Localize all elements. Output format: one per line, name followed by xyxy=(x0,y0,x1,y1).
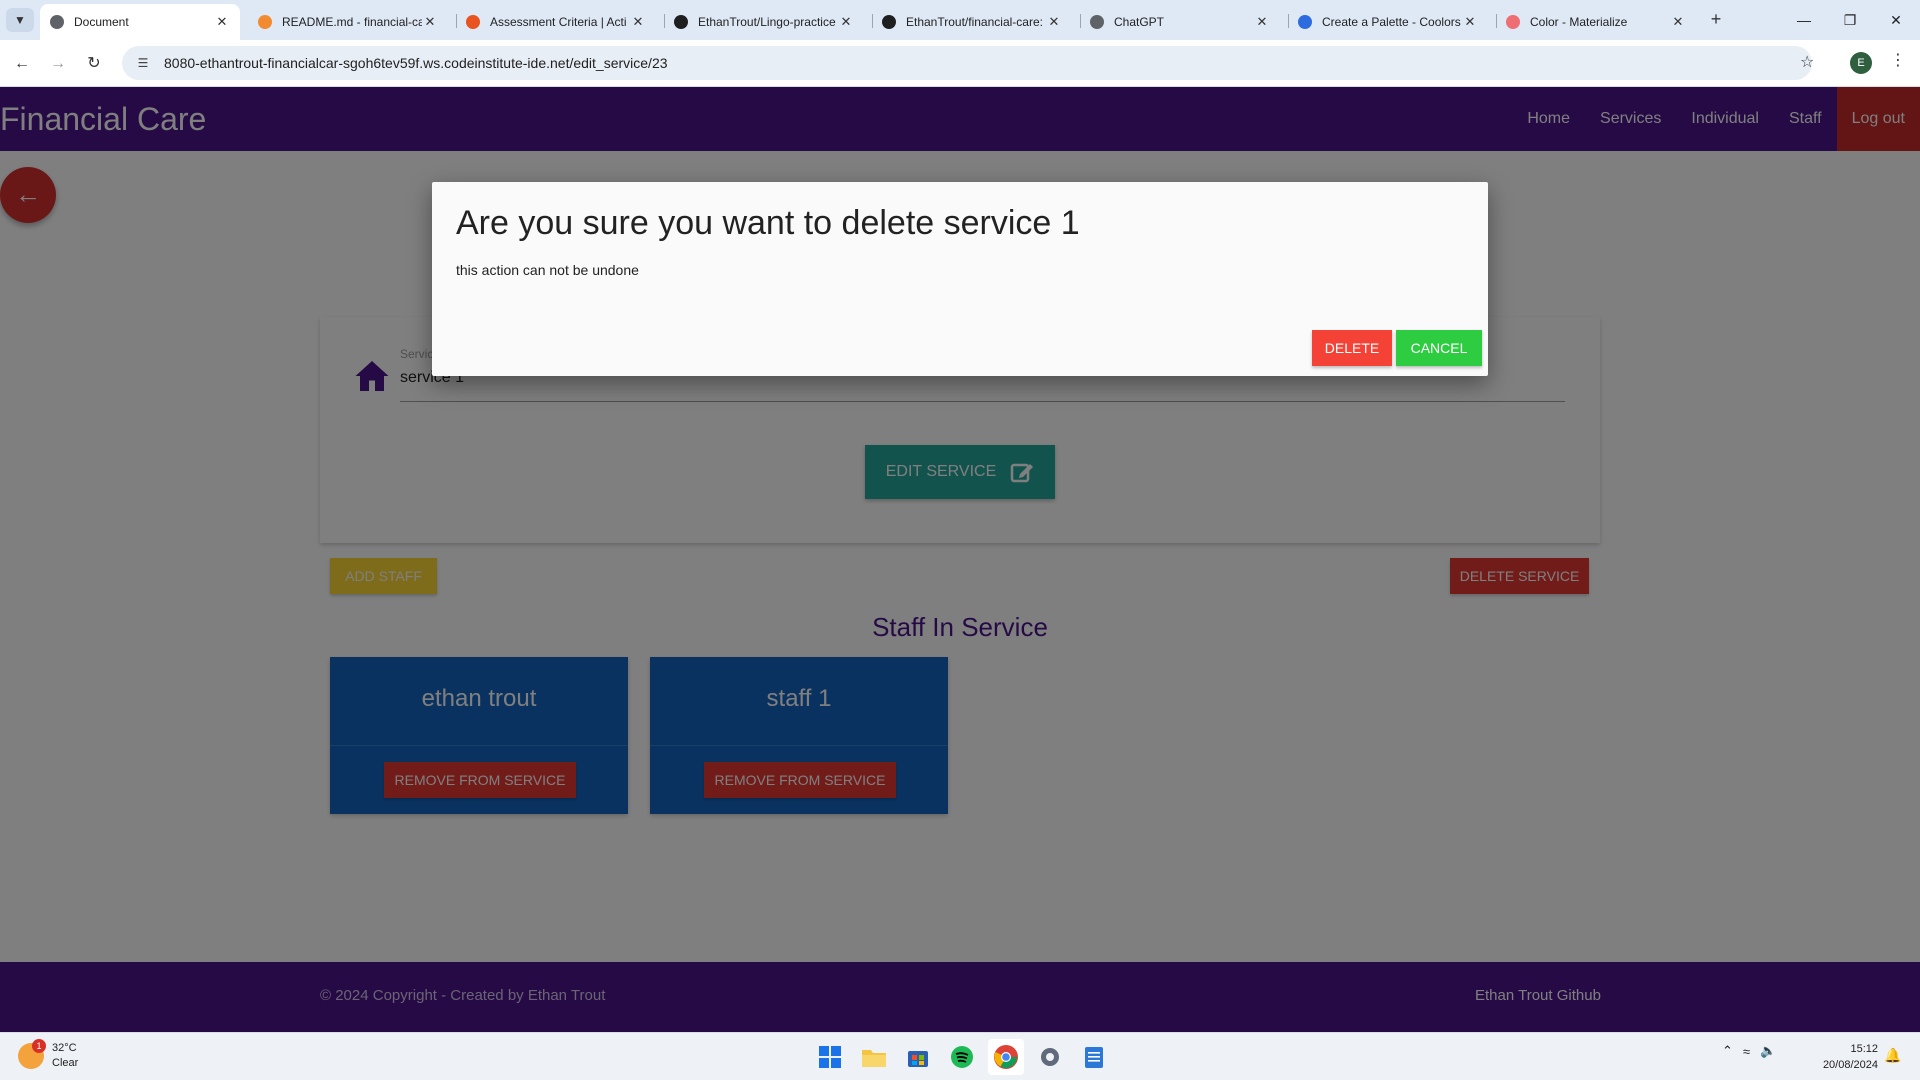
close-icon[interactable]: ✕ xyxy=(1670,14,1686,30)
browser-toolbar: ← → ↻ ☰ 8080-ethantrout-financialcar-sgo… xyxy=(0,40,1920,87)
volume-muted-icon[interactable]: 🔈 xyxy=(1760,1043,1776,1059)
store-icon[interactable] xyxy=(900,1039,936,1075)
restore-button[interactable]: ❐ xyxy=(1830,8,1870,32)
window-close-button[interactable]: ✕ xyxy=(1876,8,1916,32)
tab-search-button[interactable]: ▼ xyxy=(6,8,34,32)
weather-condition: Clear xyxy=(52,1057,79,1069)
notification-bell-icon[interactable]: 🔔 xyxy=(1884,1047,1901,1064)
github-icon xyxy=(674,15,688,29)
profile-avatar[interactable]: E xyxy=(1850,52,1872,74)
system-tray: ⌃ ≈ 🔈 xyxy=(1722,1043,1776,1059)
bookmark-star-icon[interactable]: ☆ xyxy=(1800,52,1814,72)
show-hidden-icons-icon[interactable]: ⌃ xyxy=(1722,1043,1733,1059)
reload-icon[interactable]: ↻ xyxy=(82,52,106,76)
windows-taskbar: 1 32°C Clear ⌃ ≈ 🔈 15:12 20/08/2024 🔔 xyxy=(0,1032,1920,1080)
browser-tab-strip: ▼ Document ✕ README.md - financial-ca ✕ … xyxy=(0,0,1920,40)
file-explorer-icon[interactable] xyxy=(856,1039,892,1075)
close-icon[interactable]: ✕ xyxy=(838,14,854,30)
browser-menu-icon[interactable]: ⋮ xyxy=(1888,50,1908,70)
close-icon[interactable]: ✕ xyxy=(1462,14,1478,30)
forward-icon[interactable]: → xyxy=(46,52,70,76)
url-text[interactable]: 8080-ethantrout-financialcar-sgoh6tev59f… xyxy=(164,55,668,71)
close-icon[interactable]: ✕ xyxy=(214,14,230,30)
browser-tab-materialize[interactable]: Color - Materialize ✕ xyxy=(1496,4,1696,40)
close-icon[interactable]: ✕ xyxy=(422,14,438,30)
tab-title: Assessment Criteria | Acti xyxy=(490,15,627,29)
system-clock[interactable]: 15:12 20/08/2024 xyxy=(1810,1041,1878,1073)
weather-icon: 1 xyxy=(18,1039,46,1069)
notepad-icon[interactable] xyxy=(1076,1039,1112,1075)
weather-text: 32°C Clear xyxy=(52,1041,78,1071)
browser-tab-chatgpt[interactable]: ChatGPT ✕ xyxy=(1080,4,1280,40)
minimize-button[interactable]: — xyxy=(1784,8,1824,32)
weather-widget[interactable]: 1 32°C Clear xyxy=(18,1039,78,1071)
tab-title: Document xyxy=(74,15,129,29)
browser-tab-lingo[interactable]: EthanTrout/Lingo-practice ✕ xyxy=(664,4,864,40)
taskbar-apps xyxy=(812,1039,1112,1075)
browser-tab-financial-care[interactable]: EthanTrout/financial-care: ✕ xyxy=(872,4,1072,40)
cancel-button[interactable]: CANCEL xyxy=(1396,330,1482,366)
chrome-icon[interactable] xyxy=(988,1039,1024,1075)
browser-tab-readme[interactable]: README.md - financial-ca ✕ xyxy=(248,4,448,40)
clock-date: 20/08/2024 xyxy=(1822,1059,1878,1071)
circle-icon xyxy=(466,15,480,29)
gitpod-icon xyxy=(258,15,272,29)
site-info-icon[interactable]: ☰ xyxy=(128,56,158,70)
wifi-icon[interactable]: ≈ xyxy=(1743,1044,1750,1059)
delete-confirm-modal: Are you sure you want to delete service … xyxy=(432,182,1488,376)
tab-title: Create a Palette - Coolors xyxy=(1322,15,1461,29)
confirm-delete-button[interactable]: DELETE xyxy=(1312,330,1392,366)
modal-title: Are you sure you want to delete service … xyxy=(456,204,1080,242)
settings-icon[interactable] xyxy=(1032,1039,1068,1075)
browser-tab-coolors[interactable]: Create a Palette - Coolors ✕ xyxy=(1288,4,1488,40)
browser-tab-assessment[interactable]: Assessment Criteria | Acti ✕ xyxy=(456,4,656,40)
close-icon[interactable]: ✕ xyxy=(1046,14,1062,30)
clock-time: 15:12 xyxy=(1850,1043,1878,1055)
tab-title: EthanTrout/Lingo-practice xyxy=(698,15,836,29)
new-tab-button[interactable]: + xyxy=(1704,8,1728,32)
back-icon[interactable]: ← xyxy=(10,52,34,76)
windows-start-icon[interactable] xyxy=(812,1039,848,1075)
github-icon xyxy=(882,15,896,29)
address-bar[interactable]: ☰ 8080-ethantrout-financialcar-sgoh6tev5… xyxy=(122,46,1812,80)
close-icon[interactable]: ✕ xyxy=(1254,14,1270,30)
notification-badge: 1 xyxy=(32,1039,46,1053)
materialize-icon xyxy=(1506,15,1520,29)
web-page: Financial Care Home Services Individual … xyxy=(0,87,1920,1032)
tab-title: EthanTrout/financial-care: xyxy=(906,15,1043,29)
chatgpt-icon xyxy=(1090,15,1104,29)
globe-icon xyxy=(50,15,64,29)
tab-title: ChatGPT xyxy=(1114,15,1165,29)
chevron-down-icon: ▼ xyxy=(14,13,26,27)
browser-tab-document[interactable]: Document ✕ xyxy=(40,4,240,40)
spotify-icon[interactable] xyxy=(944,1039,980,1075)
modal-text: this action can not be undone xyxy=(456,262,639,278)
tab-title: Color - Materialize xyxy=(1530,15,1628,29)
temperature: 32°C xyxy=(52,1042,77,1054)
coolors-icon xyxy=(1298,15,1312,29)
tab-title: README.md - financial-ca xyxy=(282,15,422,29)
close-icon[interactable]: ✕ xyxy=(630,14,646,30)
